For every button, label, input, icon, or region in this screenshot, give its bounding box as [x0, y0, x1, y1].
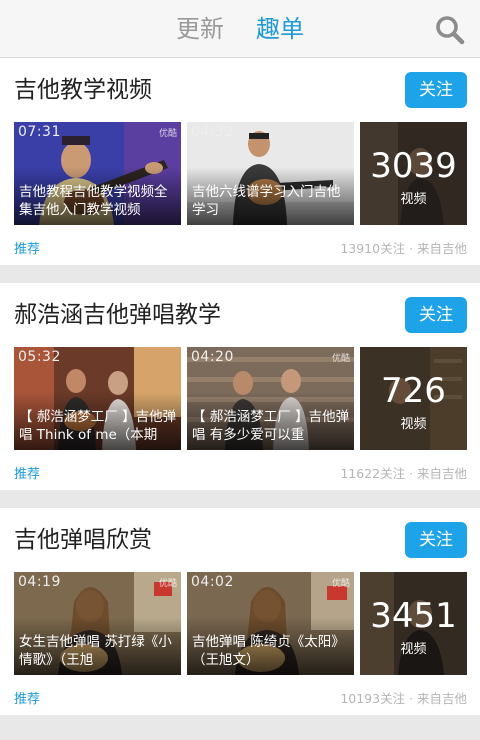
follower-meta: 10193关注 · 来自吉他 — [340, 691, 467, 706]
playlist-title[interactable]: 郝浩涵吉他弹唱教学 — [14, 299, 221, 331]
video-title: 【 郝浩涵梦工厂 】吉他弹唱 Think of me（本期 — [19, 409, 177, 443]
top-nav-bar: 更新 趣单 — [0, 0, 480, 58]
playlist-card: 吉他教学视频 关注 07:31 优酷 吉他教程吉他教学视频全集吉他入门教学视频 — [0, 58, 480, 265]
video-count-label: 视频 — [400, 417, 427, 432]
video-title: 女生吉他弹唱 苏打绿《小情歌》（王旭 — [19, 634, 172, 668]
video-count: 726 — [381, 371, 446, 411]
watermark-label: 优酷 — [331, 354, 350, 364]
video-count-label: 视频 — [400, 192, 427, 207]
search-icon[interactable] — [434, 14, 466, 46]
recommend-link[interactable]: 推荐 — [14, 463, 40, 482]
follow-button[interactable]: 关注 — [405, 72, 467, 108]
follow-button[interactable]: 关注 — [405, 297, 467, 333]
watermark-label: 优酷 — [331, 579, 350, 589]
watermark-label: 优酷 — [158, 579, 177, 589]
video-duration: 04:32 — [191, 124, 234, 140]
playlist-card: 郝浩涵吉他弹唱教学 关注 05:32 【 郝浩涵梦工厂 】吉他弹唱 Think … — [0, 283, 480, 490]
video-count-tile[interactable]: 3451 视频 — [360, 572, 467, 675]
video-count: 3451 — [370, 596, 457, 636]
video-title: 吉他六线谱学习入门吉他学习 — [192, 184, 341, 218]
video-title: 【 郝浩涵梦工厂 】吉他弹唱 有多少爱可以重 — [192, 409, 350, 443]
video-duration: 07:31 — [18, 124, 61, 140]
video-thumbnail[interactable]: 04:20 优酷 【 郝浩涵梦工厂 】吉他弹唱 有多少爱可以重 — [187, 347, 354, 450]
video-thumbnail[interactable]: 04:19 优酷 女生吉他弹唱 苏打绿《小情歌》（王旭 — [14, 572, 181, 675]
tab-update[interactable]: 更新 — [176, 13, 224, 45]
video-thumbnail[interactable]: 04:02 优酷 吉他弹唱 陈绮贞《太阳》（王旭文） — [187, 572, 354, 675]
follow-button[interactable]: 关注 — [405, 522, 467, 558]
video-count: 3039 — [370, 146, 457, 186]
video-count-tile[interactable]: 3039 视频 — [360, 122, 467, 225]
follower-meta: 13910关注 · 来自吉他 — [340, 241, 467, 256]
video-thumbnail[interactable]: 05:32 【 郝浩涵梦工厂 】吉他弹唱 Think of me（本期 — [14, 347, 181, 450]
video-count-tile[interactable]: 726 视频 — [360, 347, 467, 450]
playlist-title[interactable]: 吉他弹唱欣赏 — [14, 524, 152, 556]
video-duration: 05:32 — [18, 349, 61, 365]
video-title: 吉他弹唱 陈绮贞《太阳》（王旭文） — [192, 634, 345, 668]
follower-meta: 11622关注 · 来自吉他 — [340, 466, 467, 481]
video-thumbnail[interactable]: 07:31 优酷 吉他教程吉他教学视频全集吉他入门教学视频 — [14, 122, 181, 225]
recommend-link[interactable]: 推荐 — [14, 238, 40, 257]
tab-qudan[interactable]: 趣单 — [256, 13, 304, 45]
video-count-label: 视频 — [400, 642, 427, 657]
video-duration: 04:20 — [191, 349, 234, 365]
playlist-card: 吉他弹唱欣赏 关注 04:19 优酷 女生吉他弹唱 苏打绿《小情歌》（王旭 04… — [0, 508, 480, 715]
video-title: 吉他教程吉他教学视频全集吉他入门教学视频 — [19, 184, 168, 218]
playlist-title[interactable]: 吉他教学视频 — [14, 74, 152, 106]
video-thumbnail[interactable]: 04:32 吉他六线谱学习入门吉他学习 — [187, 122, 354, 225]
video-duration: 04:19 — [18, 574, 61, 590]
watermark-label: 优酷 — [158, 129, 177, 139]
recommend-link[interactable]: 推荐 — [14, 688, 40, 707]
video-duration: 04:02 — [191, 574, 234, 590]
